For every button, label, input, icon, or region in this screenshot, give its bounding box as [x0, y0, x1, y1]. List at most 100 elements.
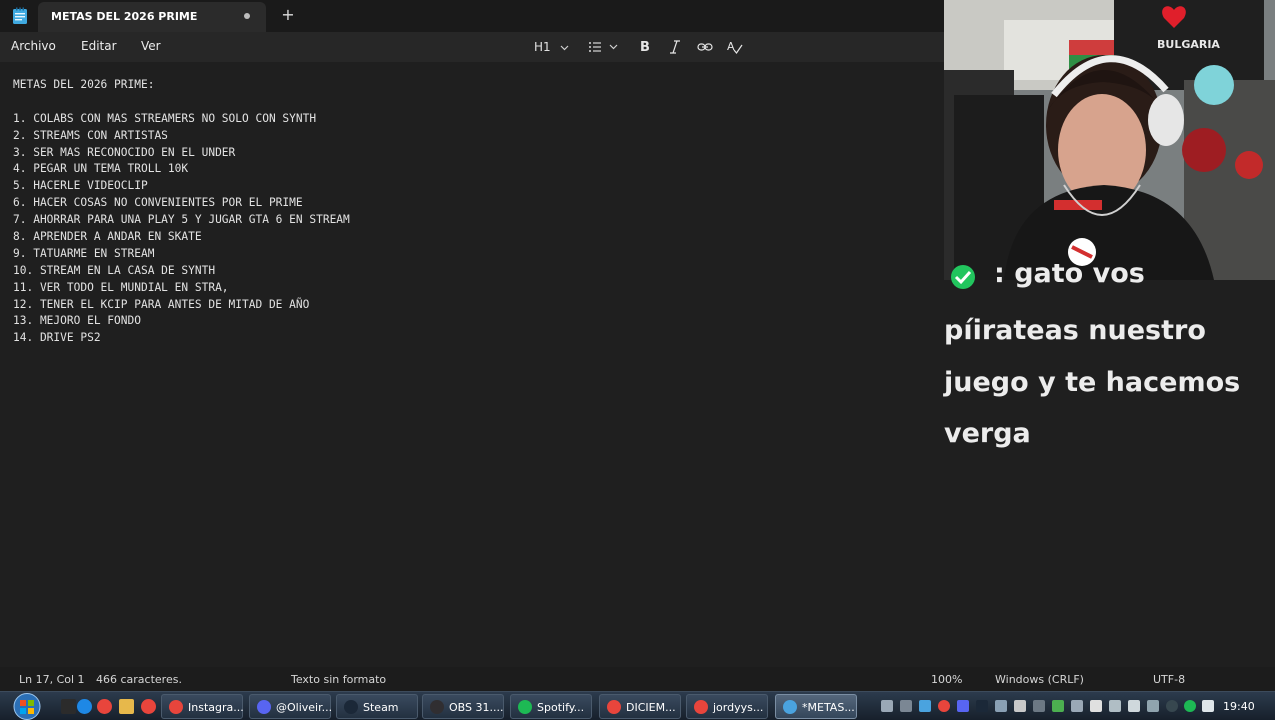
list-dropdown[interactable] — [588, 38, 622, 56]
taskbar-button-label: Instagra... — [188, 701, 244, 714]
tray-app-icon[interactable] — [900, 700, 912, 712]
taskbar-button[interactable]: OBS 31.... — [422, 694, 504, 719]
svg-text:B: B — [640, 40, 650, 55]
italic-button[interactable] — [669, 38, 681, 56]
document-line[interactable]: 12. TENER EL KCIP PARA ANTES DE MITAD DE… — [13, 297, 350, 314]
screen: METAS DEL 2026 PRIME + Archivo Editar Ve… — [0, 0, 1275, 720]
heading-label: H1 — [534, 40, 551, 54]
tray-gear-icon[interactable] — [881, 700, 893, 712]
editor-area[interactable]: METAS DEL 2026 PRIME: 1. COLABS CON MAS S… — [0, 62, 944, 667]
taskbar-button[interactable]: *METAS... — [775, 694, 857, 719]
tray-app-icon[interactable] — [1071, 700, 1083, 712]
document-line[interactable] — [13, 94, 350, 111]
document-line[interactable]: 8. APRENDER A ANDAR EN SKATE — [13, 229, 350, 246]
spotify-icon — [518, 700, 532, 714]
tray-chrome-icon[interactable] — [938, 700, 950, 712]
document-line[interactable]: 4. PEGAR UN TEMA TROLL 10K — [13, 161, 350, 178]
bold-button[interactable]: B — [639, 38, 651, 56]
chat-first-text: : gato vos — [994, 264, 1145, 289]
document-line[interactable]: 7. AHORRAR PARA UNA PLAY 5 Y JUGAR GTA 6… — [13, 212, 350, 229]
chat-line: verga — [944, 418, 1031, 449]
tray-battery-icon[interactable] — [1128, 700, 1140, 712]
tray-app-icon[interactable] — [1109, 700, 1121, 712]
svg-text:BULGARIA: BULGARIA — [1157, 38, 1220, 51]
tray-app-icon[interactable] — [919, 700, 931, 712]
chat-line: píirateas nuestro — [944, 315, 1206, 346]
chat-line: juego y te hacemos — [944, 366, 1241, 398]
taskbar-button[interactable]: jordyys... — [686, 694, 768, 719]
status-bar: Ln 17, Col 1 466 caracteres. Texto sin f… — [0, 667, 1275, 691]
tray-app-icon[interactable] — [1014, 700, 1026, 712]
tab-bar: METAS DEL 2026 PRIME + — [0, 0, 944, 32]
spellcheck-button[interactable]: A — [727, 38, 743, 56]
obs-icon — [430, 700, 444, 714]
taskbar-button[interactable]: Instagra... — [161, 694, 244, 719]
chrome-icon[interactable] — [141, 699, 156, 714]
bold-icon: B — [640, 40, 650, 55]
taskbar-button[interactable]: Spotify... — [510, 694, 592, 719]
chrome-icon — [694, 700, 708, 714]
folder-icon[interactable] — [119, 699, 134, 714]
taskbar-button-label: jordyys... — [713, 701, 764, 714]
chevron-down-icon — [560, 45, 568, 50]
steam-icon — [344, 700, 358, 714]
document-line[interactable]: 13. MEJORO EL FONDO — [13, 313, 350, 330]
menu-bar: Archivo Editar Ver H1 B A — [0, 32, 944, 62]
document-line[interactable]: 14. DRIVE PS2 — [13, 330, 350, 347]
list-icon — [589, 42, 618, 52]
clock[interactable]: 19:40 — [1223, 700, 1255, 713]
start-button[interactable] — [9, 692, 45, 720]
document-line[interactable]: 5. HACERLE VIDEOCLIP — [13, 178, 350, 195]
unsaved-dot-icon[interactable] — [244, 13, 250, 19]
document-text[interactable]: METAS DEL 2026 PRIME: 1. COLABS CON MAS S… — [13, 77, 350, 347]
tray-network-icon[interactable] — [1147, 700, 1159, 712]
zoom-level[interactable]: 100% — [931, 673, 962, 686]
menu-ver[interactable]: Ver — [141, 39, 161, 53]
spellcheck-icon: A — [727, 40, 743, 54]
taskbar-button-label: *METAS... — [802, 701, 855, 714]
tray-app-icon[interactable] — [1090, 700, 1102, 712]
line-ending[interactable]: Windows (CRLF) — [995, 673, 1084, 686]
text-format[interactable]: Texto sin formato — [291, 673, 386, 686]
taskbar-button[interactable]: Steam — [336, 694, 418, 719]
webcam-overlay: BULGARIA — [944, 0, 1275, 280]
document-line[interactable]: 1. COLABS CON MAS STREAMERS NO SOLO CON … — [13, 111, 350, 128]
svg-text:A: A — [727, 40, 735, 53]
document-line[interactable]: 6. HACER COSAS NO CONVENIENTES POR EL PR… — [13, 195, 350, 212]
tray-app-icon[interactable] — [1052, 700, 1064, 712]
tray-app-icon[interactable] — [1033, 700, 1045, 712]
chrome-icon[interactable] — [97, 699, 112, 714]
italic-icon — [670, 40, 680, 54]
document-line[interactable]: 2. STREAMS CON ARTISTAS — [13, 128, 350, 145]
taskbar-button-label: OBS 31.... — [449, 701, 504, 714]
tray-obs-icon[interactable] — [1166, 700, 1178, 712]
document-line[interactable]: 9. TATUARME EN STREAM — [13, 246, 350, 263]
chat-panel: : gato vos píirateas nuestro juego y te … — [944, 264, 1275, 667]
taskbar-button[interactable]: @Oliveir... — [249, 694, 332, 719]
chat-first-line: : gato vos — [944, 264, 1264, 292]
link-icon — [697, 43, 713, 51]
menu-editar[interactable]: Editar — [81, 39, 117, 53]
heading-dropdown[interactable]: H1 — [534, 38, 569, 56]
tray-steam-icon[interactable] — [976, 700, 988, 712]
taskbar-button[interactable]: DICIEM... — [599, 694, 681, 719]
new-tab-button[interactable]: + — [280, 5, 296, 25]
encoding[interactable]: UTF-8 — [1153, 673, 1185, 686]
tray-spotify-icon[interactable] — [1184, 700, 1196, 712]
tab-document[interactable]: METAS DEL 2026 PRIME — [38, 2, 266, 32]
tray-discord-icon[interactable] — [957, 700, 969, 712]
tray-app-icon[interactable] — [995, 700, 1007, 712]
document-line[interactable]: 10. STREAM EN LA CASA DE SYNTH — [13, 263, 350, 280]
task-view-icon[interactable] — [61, 699, 76, 714]
taskbar-button-label: Steam — [363, 701, 399, 714]
taskbar-button-label: Spotify... — [537, 701, 585, 714]
document-heading-line[interactable]: METAS DEL 2026 PRIME: — [13, 77, 350, 94]
menu-archivo[interactable]: Archivo — [11, 39, 56, 53]
edge-icon[interactable] — [77, 699, 92, 714]
document-line[interactable]: 3. SER MAS RECONOCIDO EN EL UNDER — [13, 145, 350, 162]
webcam-image: BULGARIA — [944, 0, 1275, 280]
document-line[interactable]: 11. VER TODO EL MUNDIAL EN STRA, — [13, 280, 350, 297]
taskbar: Instagra... @Oliveir... Steam OBS 31.... Spo… — [0, 691, 1275, 720]
link-button[interactable] — [697, 38, 713, 56]
volume-icon[interactable] — [1202, 700, 1214, 712]
